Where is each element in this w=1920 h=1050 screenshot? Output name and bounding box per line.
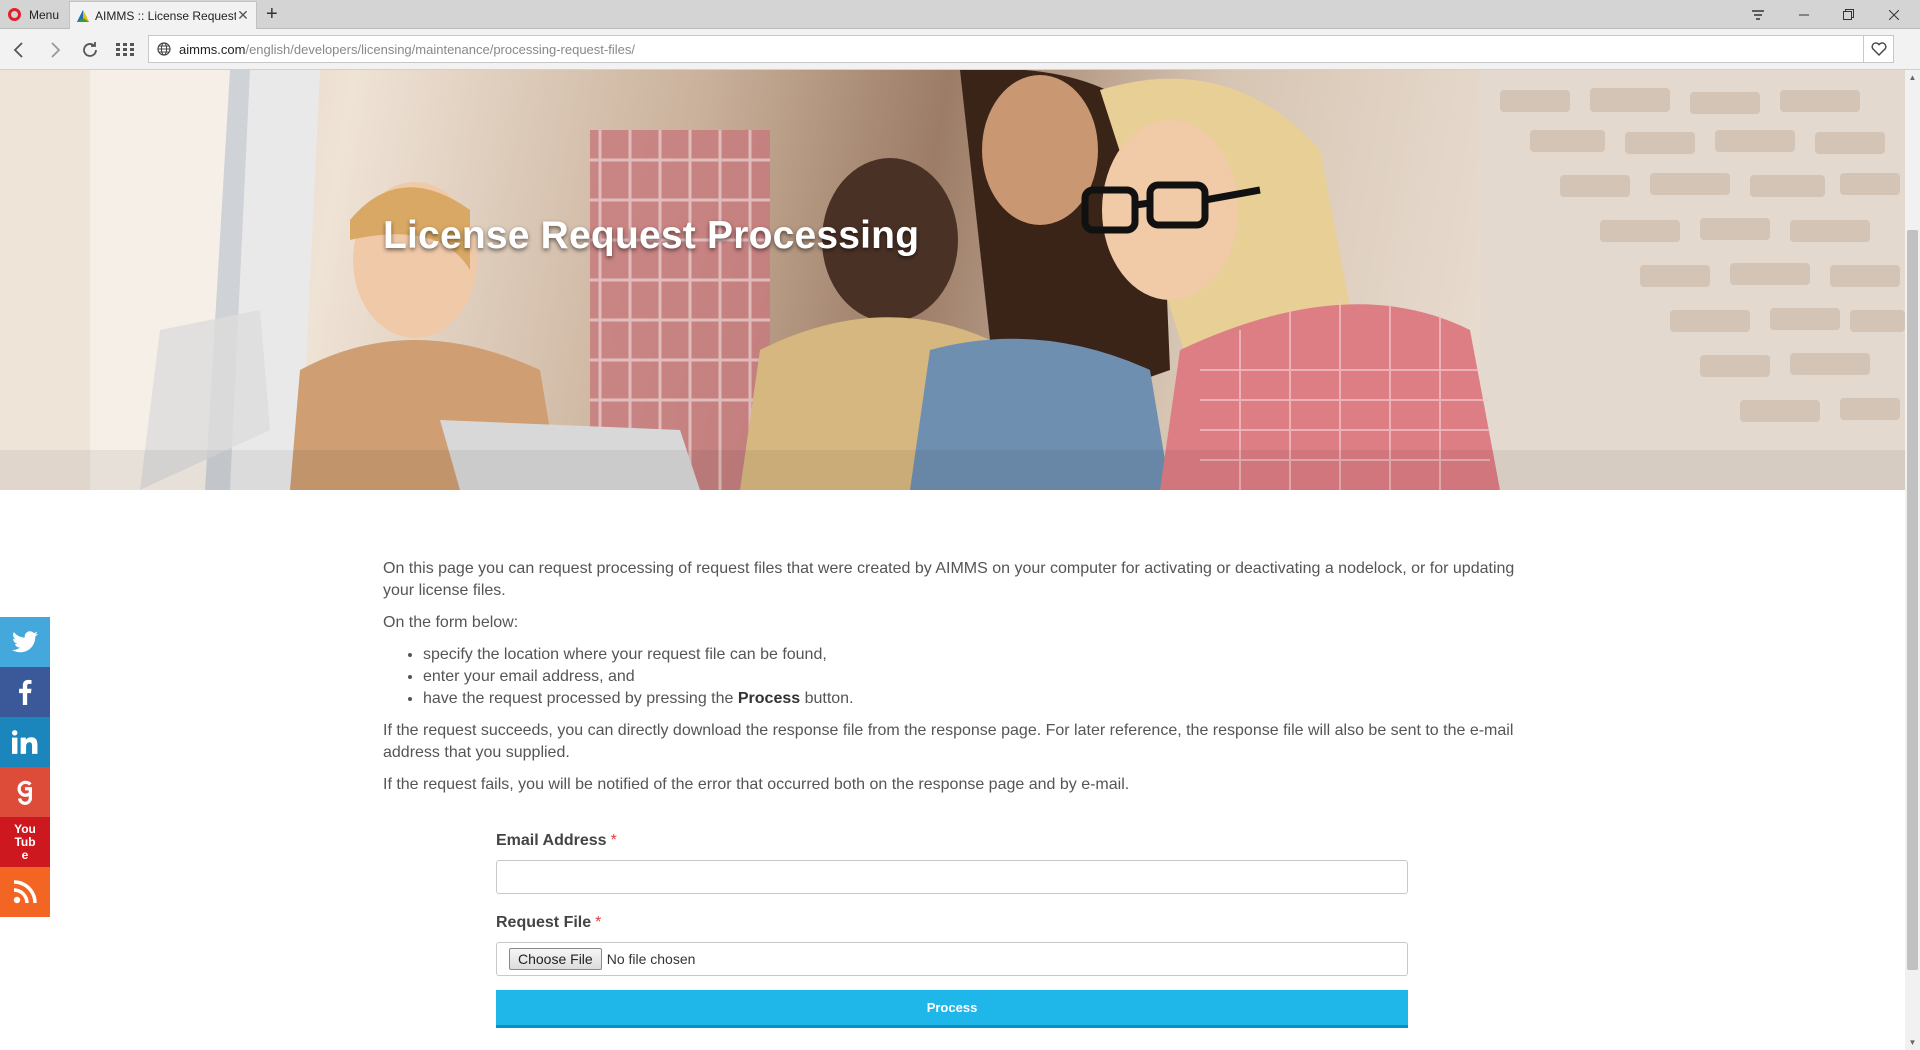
browser-tab-title: AIMMS :: License Request	[95, 8, 236, 23]
youtube-share-button[interactable]: You Tube	[0, 817, 50, 867]
scroll-down-icon[interactable]: ▼	[1905, 1035, 1920, 1050]
close-window-icon[interactable]	[1872, 0, 1916, 29]
request-file-input[interactable]: Choose File No file chosen	[496, 942, 1408, 976]
step3-pre-text: have the request processed by pressing t…	[423, 690, 734, 707]
browser-menu-label: Menu	[29, 7, 60, 22]
rss-icon	[13, 880, 37, 904]
required-asterisk: *	[610, 832, 617, 849]
request-file-label-text: Request File	[496, 914, 592, 931]
email-label-text: Email Address	[496, 832, 607, 849]
browser-tab[interactable]: AIMMS :: License Request ✕	[69, 1, 257, 29]
list-item: enter your email address, and	[423, 666, 1523, 688]
page-viewport: License Request Processing On this page …	[0, 70, 1905, 1050]
browser-menu-button[interactable]: Menu	[0, 0, 72, 29]
step3-post-text: button.	[804, 690, 854, 707]
process-button[interactable]: Process	[496, 990, 1408, 1028]
intro-content: On this page you can request processing …	[383, 558, 1523, 806]
intro-paragraph: On this page you can request processing …	[383, 560, 1515, 599]
email-label: Email Address *	[496, 832, 1408, 854]
back-icon[interactable]	[6, 37, 32, 63]
forward-icon[interactable]	[42, 37, 68, 63]
tab-menu-icon[interactable]	[1736, 0, 1780, 29]
opera-logo-icon	[8, 8, 21, 21]
minimize-icon[interactable]	[1782, 0, 1826, 29]
social-share-bar: You Tube	[0, 617, 50, 917]
youtube-icon: You Tube	[14, 821, 36, 862]
request-file-label: Request File *	[496, 914, 1408, 936]
new-tab-button[interactable]: +	[266, 3, 278, 25]
aimms-favicon-icon	[77, 9, 89, 22]
success-paragraph: If the request succeeds, you can directl…	[383, 722, 1514, 761]
facebook-icon	[19, 679, 32, 705]
choose-file-button[interactable]: Choose File	[509, 948, 602, 970]
address-bar-row: aimms.com/english/developers/licensing/m…	[0, 29, 1920, 70]
vertical-scrollbar[interactable]: ▲ ▼	[1905, 70, 1920, 1050]
tab-close-icon[interactable]: ✕	[236, 7, 250, 24]
restore-icon[interactable]	[1826, 0, 1870, 29]
hero-photo-illustration	[0, 70, 1905, 490]
linkedin-share-button[interactable]	[0, 717, 50, 767]
scrollbar-thumb[interactable]	[1907, 230, 1918, 970]
reload-icon[interactable]	[77, 37, 103, 63]
address-bar[interactable]: aimms.com/english/developers/licensing/m…	[148, 35, 1894, 63]
required-asterisk: *	[595, 914, 602, 931]
facebook-share-button[interactable]	[0, 667, 50, 717]
google-plus-icon	[17, 780, 32, 805]
browser-tab-bar: Menu AIMMS :: License Request ✕ +	[0, 0, 1920, 29]
bookmark-heart-icon[interactable]	[1863, 36, 1893, 62]
globe-icon	[149, 42, 179, 56]
page-title: License Request Processing	[383, 214, 920, 257]
no-file-chosen-text: No file chosen	[606, 951, 696, 967]
scroll-up-icon[interactable]: ▲	[1905, 70, 1920, 85]
hero-banner: License Request Processing	[0, 70, 1905, 490]
linkedin-icon	[12, 730, 38, 754]
email-field[interactable]	[496, 860, 1408, 894]
twitter-icon	[12, 631, 38, 653]
process-emphasis: Process	[737, 690, 801, 707]
url-text: aimms.com/english/developers/licensing/m…	[179, 42, 635, 57]
speed-dial-icon[interactable]	[112, 37, 138, 63]
url-path: /english/developers/licensing/maintenanc…	[245, 41, 635, 57]
steps-list: specify the location where your request …	[423, 644, 1523, 710]
twitter-share-button[interactable]	[0, 617, 50, 667]
rss-feed-button[interactable]	[0, 867, 50, 917]
failure-paragraph: If the request fails, you will be notifi…	[383, 776, 1130, 793]
google-plus-share-button[interactable]	[0, 767, 50, 817]
url-host: aimms.com	[179, 41, 246, 57]
license-request-form: Email Address * Request File * Choose File…	[496, 832, 1408, 1028]
list-item: have the request processed by pressing t…	[423, 688, 1523, 710]
list-item: specify the location where your request …	[423, 644, 1523, 666]
form-intro-text: On the form below:	[383, 614, 519, 631]
